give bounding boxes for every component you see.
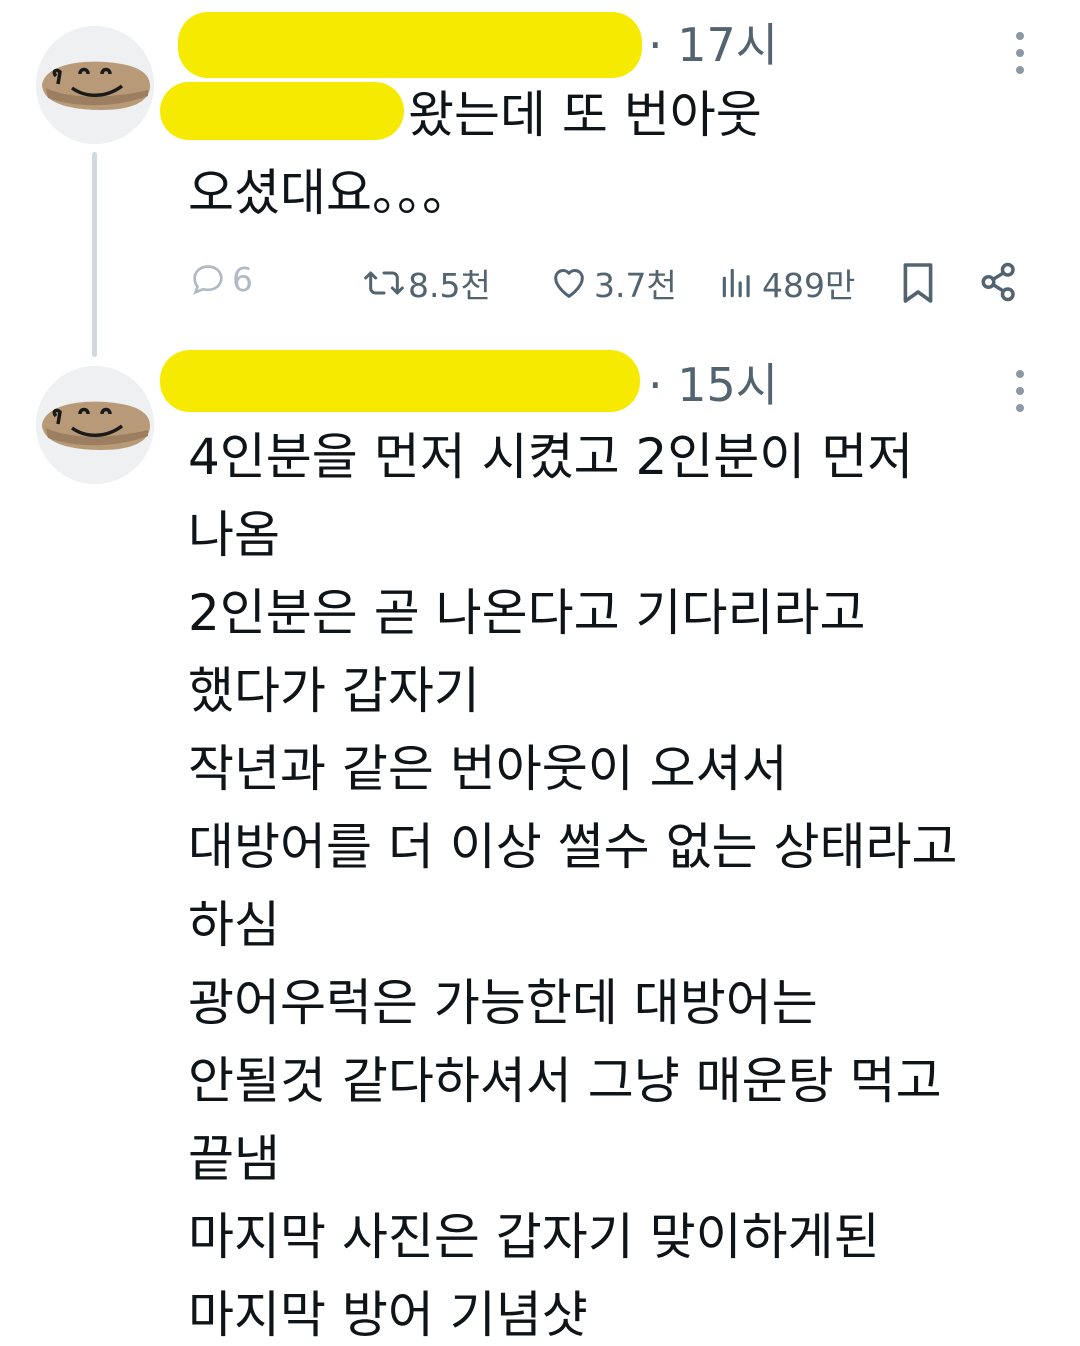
- redacted-username: [160, 350, 640, 412]
- reply-button[interactable]: 6: [188, 259, 253, 299]
- tweet-text-line: 작년과 같은 번아웃이 오셔서: [188, 740, 788, 798]
- stone-smiley-avatar-icon: [36, 26, 154, 144]
- tweet-text-line: 대방어를 더 이상 썰수 없는 상태라고: [188, 818, 958, 876]
- reply-icon: [193, 265, 223, 295]
- tweet-action-bar: 6 8.5천 3.7천 489만: [188, 255, 1040, 311]
- tweet-timestamp[interactable]: · 17시: [648, 22, 778, 68]
- like-count: 3.7천: [594, 266, 677, 305]
- tweet-text-line: 했다가 갑자기: [188, 662, 480, 720]
- redacted-username: [178, 12, 642, 78]
- bookmark-icon: [903, 263, 933, 303]
- view-count: 489만: [762, 266, 856, 305]
- tweet-text-line: 2인분은 곧 나온다고 기다리라고: [188, 584, 866, 642]
- tweet-text-line: 마지막 사진은 갑자기 맞이하게된: [188, 1208, 880, 1266]
- tweet-text: 왔는데 또 번아웃: [408, 76, 762, 154]
- tweet-text-line: 4인분을 먼저 시켰고 2인분이 먼저: [188, 428, 914, 486]
- thread-connector-line: [92, 152, 97, 357]
- analytics-icon: [722, 268, 750, 298]
- tweet-text-line: 오셨대요。。。: [188, 164, 472, 222]
- retweet-button[interactable]: 8.5천: [362, 259, 491, 307]
- heart-icon: [554, 269, 584, 298]
- retweet-icon: [364, 271, 404, 295]
- tweet-text-line: 안될것 같다하셔서 그냥 매운탕 먹고: [188, 1052, 942, 1110]
- more-options-icon[interactable]: [1016, 370, 1028, 412]
- tweet-text: 오셨대요。。。: [188, 154, 472, 232]
- thread-view: · 17시 왔는데 또 번아웃 오셨대요。。。 6 8.5천 3.7천 489만…: [0, 0, 1080, 1346]
- avatar[interactable]: [36, 26, 154, 144]
- bookmark-button[interactable]: [900, 261, 936, 305]
- tweet-text-line: 마지막 방어 기념샷: [188, 1286, 588, 1344]
- reply-count: 6: [232, 259, 253, 299]
- tweet-text-line: 광어우럭은 가능한데 대방어는: [188, 974, 818, 1032]
- more-options-icon[interactable]: [1016, 32, 1028, 74]
- share-button[interactable]: [978, 261, 1020, 303]
- tweet-timestamp[interactable]: · 15시: [648, 362, 778, 408]
- avatar[interactable]: [36, 366, 154, 484]
- share-icon: [981, 262, 1015, 302]
- tweet-text-line: 나옴: [188, 506, 280, 564]
- tweet-text-line: 왔는데 또 번아웃: [408, 86, 762, 144]
- redacted-text: [160, 82, 404, 140]
- stone-smiley-avatar-icon: [36, 366, 154, 484]
- retweet-count: 8.5천: [408, 266, 491, 305]
- tweet-text-line: 하심: [188, 896, 280, 954]
- tweet-text-line: 끝냄: [188, 1130, 280, 1188]
- like-button[interactable]: 3.7천: [548, 259, 677, 307]
- tweet-text: 4인분을 먼저 시켰고 2인분이 먼저 나옴 2인분은 곧 나온다고 기다리라고…: [188, 418, 957, 1346]
- views-button[interactable]: 489만: [718, 259, 855, 307]
